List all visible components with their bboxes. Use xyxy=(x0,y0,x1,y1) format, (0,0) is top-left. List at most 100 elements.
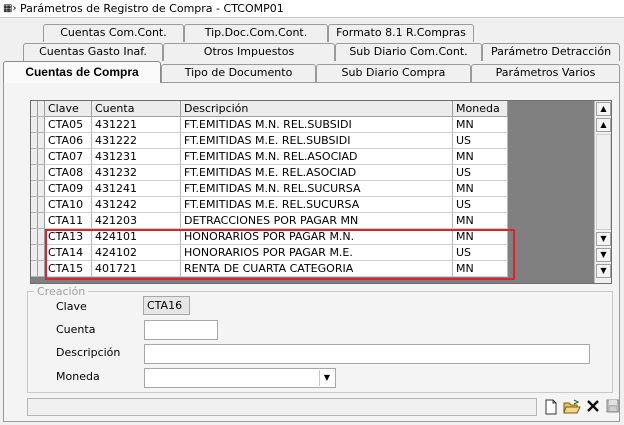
row-indicator[interactable] xyxy=(31,261,38,277)
column-header-descripcion[interactable]: Descripción xyxy=(181,101,453,117)
moneda-label: Moneda xyxy=(56,370,100,383)
cell-descripcion[interactable]: FT.EMITIDAS M.N. REL.SUCURSA xyxy=(181,181,453,197)
cell-descripcion[interactable]: FT.EMITIDAS M.N. REL.SUBSIDI xyxy=(181,117,453,133)
delete-button[interactable] xyxy=(583,399,603,419)
cell-cuenta[interactable]: 431242 xyxy=(92,197,181,213)
creation-group-legend: Creación xyxy=(34,285,89,298)
scroll-track[interactable] xyxy=(596,134,611,230)
cell-cuenta[interactable]: 431231 xyxy=(92,149,181,165)
column-header-moneda[interactable]: Moneda xyxy=(453,101,508,117)
tab-tipo-de-documento[interactable]: Tipo de Documento xyxy=(161,64,316,82)
cuenta-label: Cuenta xyxy=(56,323,96,336)
header-indicator xyxy=(31,101,38,117)
cell-clave[interactable]: CTA07 xyxy=(45,149,92,165)
cell-cuenta[interactable]: 431222 xyxy=(92,133,181,149)
vertical-scrollbar[interactable]: ▲ ▲ ▼ ▼ ▼ xyxy=(594,101,611,283)
cell-cuenta[interactable]: 431241 xyxy=(92,181,181,197)
cell-descripcion[interactable]: DETRACCIONES POR PAGAR MN xyxy=(181,213,453,229)
row-indicator[interactable] xyxy=(38,213,45,229)
column-header-cuenta[interactable]: Cuenta xyxy=(92,101,181,117)
app-icon[interactable]: ▦› xyxy=(3,3,16,15)
cell-cuenta[interactable]: 421203 xyxy=(92,213,181,229)
moneda-select[interactable]: ▼ xyxy=(144,368,336,388)
cell-moneda[interactable]: US xyxy=(453,245,508,261)
row-indicator[interactable] xyxy=(31,149,38,165)
tab-otros-impuestos[interactable]: Otros Impuestos xyxy=(163,43,335,61)
cell-clave[interactable]: CTA14 xyxy=(45,245,92,261)
tab-sub-diario-com-cont[interactable]: Sub Diario Com.Cont. xyxy=(335,43,482,61)
row-indicator[interactable] xyxy=(38,245,45,261)
open-button[interactable] xyxy=(562,399,582,419)
cell-moneda[interactable]: MN xyxy=(453,229,508,245)
row-indicator[interactable] xyxy=(38,181,45,197)
status-bar xyxy=(27,398,537,416)
row-indicator[interactable] xyxy=(31,181,38,197)
scroll-last-icon[interactable]: ▼ xyxy=(596,264,611,278)
cell-moneda[interactable]: MN xyxy=(453,149,508,165)
row-indicator[interactable] xyxy=(38,197,45,213)
cell-cuenta[interactable]: 401721 xyxy=(92,261,181,277)
scroll-up-icon[interactable]: ▲ xyxy=(596,118,611,132)
row-indicator[interactable] xyxy=(31,117,38,133)
cell-clave[interactable]: CTA09 xyxy=(45,181,92,197)
cell-descripcion[interactable]: FT.EMITIDAS M.N. REL.ASOCIAD xyxy=(181,149,453,165)
new-button[interactable] xyxy=(541,399,561,419)
scroll-down-icon[interactable]: ▼ xyxy=(596,232,611,246)
row-indicator[interactable] xyxy=(31,245,38,261)
row-indicator[interactable] xyxy=(38,261,45,277)
cell-descripcion[interactable]: FT.EMITIDAS M.E. REL.SUCURSA xyxy=(181,197,453,213)
cell-descripcion[interactable]: HONORARIOS POR PAGAR M.E. xyxy=(181,245,453,261)
cell-clave[interactable]: CTA06 xyxy=(45,133,92,149)
cell-clave[interactable]: CTA08 xyxy=(45,165,92,181)
tab-cuentas-de-compra[interactable]: Cuentas de Compra xyxy=(3,61,161,83)
cell-cuenta[interactable]: 424101 xyxy=(92,229,181,245)
title-bar: ▦› Parámetros de Registro de Compra - CT… xyxy=(0,0,624,18)
cell-moneda[interactable]: MN xyxy=(453,261,508,277)
cell-clave[interactable]: CTA13 xyxy=(45,229,92,245)
window: ▦› Parámetros de Registro de Compra - CT… xyxy=(0,0,624,425)
clave-label: Clave xyxy=(56,300,87,313)
row-indicator[interactable] xyxy=(31,213,38,229)
cell-moneda[interactable]: US xyxy=(453,165,508,181)
row-indicator[interactable] xyxy=(31,229,38,245)
scroll-first-icon[interactable]: ▲ xyxy=(596,102,611,116)
cell-cuenta[interactable]: 424102 xyxy=(92,245,181,261)
cell-cuenta[interactable]: 431221 xyxy=(92,117,181,133)
cell-moneda[interactable]: MN xyxy=(453,181,508,197)
row-indicator[interactable] xyxy=(31,197,38,213)
tab-cuentas-com-cont[interactable]: Cuentas Com.Cont. xyxy=(43,24,184,42)
cell-descripcion[interactable]: HONORARIOS POR PAGAR M.N. xyxy=(181,229,453,245)
cell-moneda[interactable]: MN xyxy=(453,117,508,133)
cell-clave[interactable]: CTA11 xyxy=(45,213,92,229)
row-indicator[interactable] xyxy=(38,149,45,165)
accounts-grid[interactable]: Clave Cuenta Descripción Moneda CTA05 43… xyxy=(30,100,612,284)
cell-moneda[interactable]: US xyxy=(453,133,508,149)
row-indicator[interactable] xyxy=(38,117,45,133)
tab-parametro-detraccion[interactable]: Parámetro Detracción xyxy=(482,43,620,61)
descripcion-field[interactable] xyxy=(144,344,590,364)
cell-clave[interactable]: CTA15 xyxy=(45,261,92,277)
cell-moneda[interactable]: MN xyxy=(453,213,508,229)
tab-cuentas-gasto-inaf[interactable]: Cuentas Gasto Inaf. xyxy=(23,43,163,61)
cell-descripcion[interactable]: RENTA DE CUARTA CATEGORIA xyxy=(181,261,453,277)
column-header-clave[interactable]: Clave xyxy=(45,101,92,117)
save-button[interactable] xyxy=(603,399,623,419)
row-indicator[interactable] xyxy=(38,229,45,245)
row-indicator[interactable] xyxy=(38,133,45,149)
cell-clave[interactable]: CTA10 xyxy=(45,197,92,213)
cell-descripcion[interactable]: FT.EMITIDAS M.E. REL.ASOCIAD xyxy=(181,165,453,181)
cell-descripcion[interactable]: FT.EMITIDAS M.E. REL.SUBSIDI xyxy=(181,133,453,149)
row-indicator[interactable] xyxy=(31,165,38,181)
scroll-page-down-icon[interactable]: ▼ xyxy=(596,248,611,262)
row-indicator[interactable] xyxy=(38,165,45,181)
cuenta-field[interactable] xyxy=(144,320,218,340)
tab-tip-doc-com-cont[interactable]: Tip.Doc.Com.Cont. xyxy=(184,24,328,42)
tab-formato-8-1-r-compras[interactable]: Formato 8.1 R.Compras xyxy=(328,24,474,42)
cell-cuenta[interactable]: 431232 xyxy=(92,165,181,181)
row-indicator[interactable] xyxy=(31,133,38,149)
tab-sub-diario-compra[interactable]: Sub Diario Compra xyxy=(316,64,471,82)
cell-moneda[interactable]: US xyxy=(453,197,508,213)
tab-parametros-varios[interactable]: Parámetros Varios xyxy=(471,64,620,82)
cell-clave[interactable]: CTA05 xyxy=(45,117,92,133)
chevron-down-icon[interactable]: ▼ xyxy=(319,370,334,386)
